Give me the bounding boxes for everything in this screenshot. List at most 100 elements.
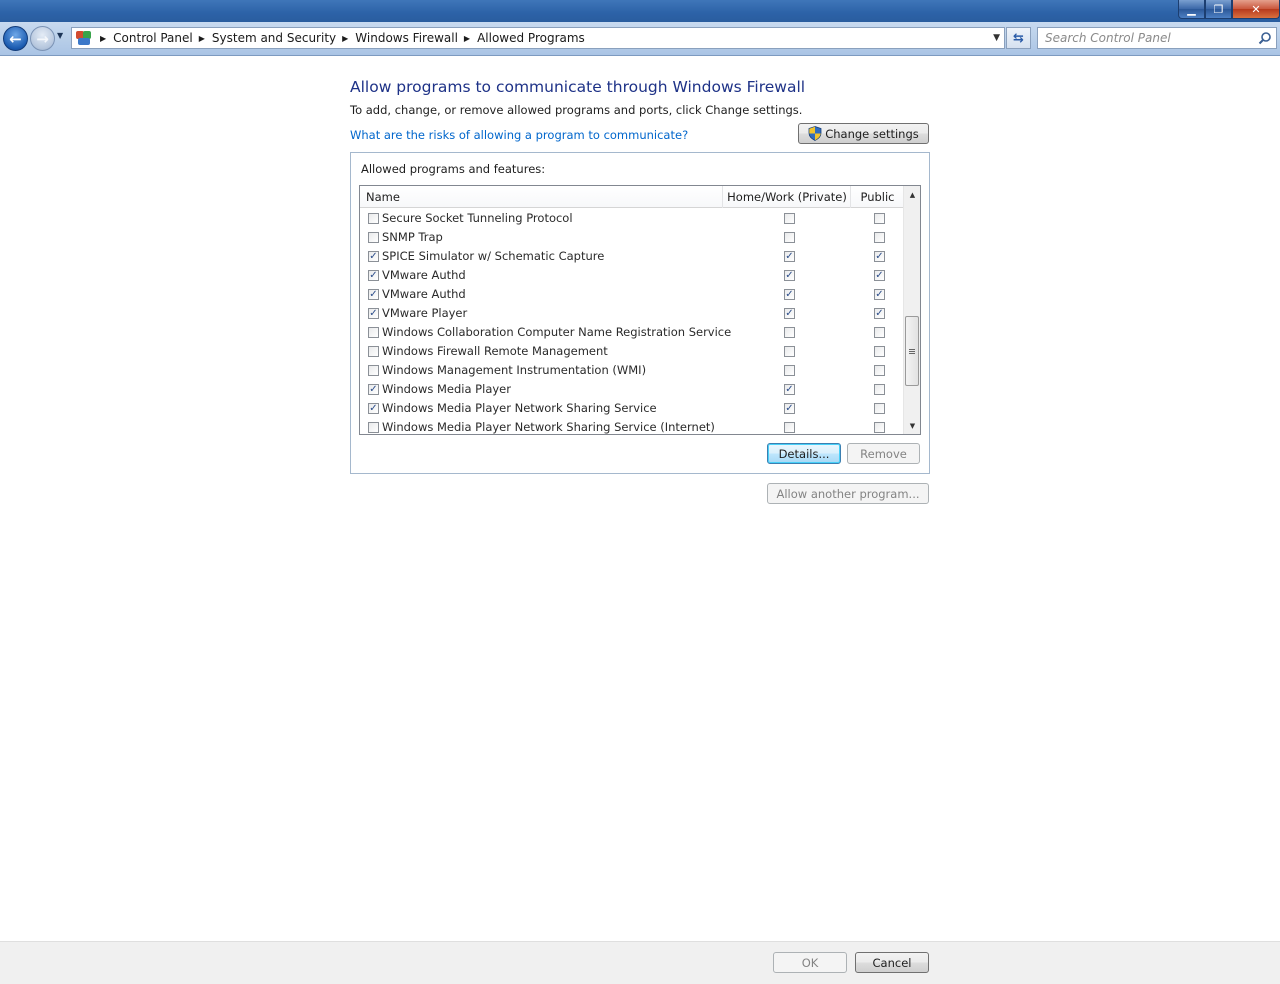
program-enabled-checkbox[interactable]: ✓ xyxy=(368,308,379,319)
program-enabled-checkbox[interactable] xyxy=(368,422,379,433)
allow-another-program-button[interactable]: Allow another program... xyxy=(767,483,929,504)
vertical-scrollbar[interactable]: ▲ ▼ xyxy=(903,186,920,434)
program-enabled-checkbox[interactable] xyxy=(368,365,379,376)
table-row[interactable]: Windows Management Instrumentation (WMI) xyxy=(360,361,903,380)
search-box[interactable] xyxy=(1037,27,1277,49)
search-input[interactable] xyxy=(1045,31,1250,45)
program-enabled-checkbox[interactable] xyxy=(368,232,379,243)
private-network-checkbox[interactable] xyxy=(784,327,795,338)
table-row[interactable]: SNMP Trap xyxy=(360,228,903,247)
table-row[interactable]: ✓ VMware Authd ✓ ✓ xyxy=(360,285,903,304)
program-name: Windows Management Instrumentation (WMI) xyxy=(382,363,647,377)
column-header-public[interactable]: Public xyxy=(852,186,903,208)
program-name: Windows Collaboration Computer Name Regi… xyxy=(382,325,732,339)
program-enabled-checkbox[interactable]: ✓ xyxy=(368,403,379,414)
refresh-button[interactable]: ⇆ xyxy=(1006,27,1031,49)
risks-help-link[interactable]: What are the risks of allowing a program… xyxy=(350,128,688,142)
close-button[interactable]: ✕ xyxy=(1232,0,1280,19)
breadcrumb-separator-icon[interactable]: ▶ xyxy=(342,34,348,43)
program-name: Windows Firewall Remote Management xyxy=(382,344,608,358)
private-network-checkbox[interactable]: ✓ xyxy=(784,403,795,414)
column-header-name[interactable]: Name xyxy=(360,186,723,208)
breadcrumb-allowed-programs[interactable]: Allowed Programs xyxy=(477,31,585,45)
breadcrumb-separator-icon[interactable]: ▶ xyxy=(464,34,470,43)
private-network-checkbox[interactable] xyxy=(784,346,795,357)
public-network-checkbox[interactable] xyxy=(874,346,885,357)
address-bar[interactable]: ▶ Control Panel ▶ System and Security ▶ … xyxy=(71,27,1005,49)
search-icon[interactable] xyxy=(1258,31,1272,45)
program-enabled-checkbox[interactable]: ✓ xyxy=(368,289,379,300)
public-network-checkbox[interactable] xyxy=(874,232,885,243)
minimize-button[interactable]: ▁ xyxy=(1178,0,1205,19)
table-row[interactable]: Windows Collaboration Computer Name Regi… xyxy=(360,323,903,342)
breadcrumb-separator-icon[interactable]: ▶ xyxy=(100,34,106,43)
table-row[interactable]: ✓ VMware Authd ✓ ✓ xyxy=(360,266,903,285)
scroll-thumb[interactable] xyxy=(905,316,919,386)
window-title-bar: ▁ ❐ ✕ xyxy=(0,0,1280,22)
page-description: To add, change, or remove allowed progra… xyxy=(350,103,803,117)
program-name: VMware Authd xyxy=(382,268,466,282)
public-network-checkbox[interactable]: ✓ xyxy=(874,251,885,262)
table-row[interactable]: ✓ Windows Media Player Network Sharing Se… xyxy=(360,399,903,418)
private-network-checkbox[interactable]: ✓ xyxy=(784,384,795,395)
breadcrumb-control-panel[interactable]: Control Panel xyxy=(113,31,193,45)
program-enabled-checkbox[interactable]: ✓ xyxy=(368,251,379,262)
table-row[interactable]: ✓ VMware Player ✓ ✓ xyxy=(360,304,903,323)
program-enabled-checkbox[interactable] xyxy=(368,327,379,338)
public-network-checkbox[interactable] xyxy=(874,327,885,338)
back-button[interactable]: ← xyxy=(3,26,28,51)
private-network-checkbox[interactable] xyxy=(784,232,795,243)
program-name: VMware Authd xyxy=(382,287,466,301)
allowed-programs-list[interactable]: Name Home/Work (Private) Public Secure S… xyxy=(359,185,921,435)
table-row[interactable]: Windows Firewall Remote Management xyxy=(360,342,903,361)
change-settings-button[interactable]: Change settings xyxy=(798,123,929,144)
private-network-checkbox[interactable]: ✓ xyxy=(784,251,795,262)
column-header-private[interactable]: Home/Work (Private) xyxy=(724,186,851,208)
scroll-up-icon[interactable]: ▲ xyxy=(904,186,920,203)
public-network-checkbox[interactable]: ✓ xyxy=(874,270,885,281)
program-name: Windows Media Player Network Sharing Ser… xyxy=(382,420,715,434)
public-network-checkbox[interactable] xyxy=(874,365,885,376)
address-dropdown-icon[interactable]: ▼ xyxy=(993,33,1000,43)
public-network-checkbox[interactable]: ✓ xyxy=(874,308,885,319)
breadcrumb-system-and-security[interactable]: System and Security xyxy=(212,31,336,45)
public-network-checkbox[interactable] xyxy=(874,213,885,224)
table-row[interactable]: ✓ SPICE Simulator w/ Schematic Capture ✓ ✓ xyxy=(360,247,903,266)
program-enabled-checkbox[interactable]: ✓ xyxy=(368,270,379,281)
ok-button[interactable]: OK xyxy=(773,952,847,973)
private-network-checkbox[interactable] xyxy=(784,365,795,376)
program-enabled-checkbox[interactable] xyxy=(368,346,379,357)
program-name: Windows Media Player Network Sharing Ser… xyxy=(382,401,657,415)
uac-shield-icon xyxy=(808,126,822,141)
breadcrumb-separator-icon[interactable]: ▶ xyxy=(199,34,205,43)
public-network-checkbox[interactable] xyxy=(874,422,885,433)
table-row[interactable]: ✓ Windows Media Player ✓ xyxy=(360,380,903,399)
recent-pages-dropdown-icon[interactable]: ▼ xyxy=(57,31,63,40)
public-network-checkbox[interactable] xyxy=(874,403,885,414)
public-network-checkbox[interactable]: ✓ xyxy=(874,289,885,300)
forward-button[interactable]: → xyxy=(30,26,55,51)
private-network-checkbox[interactable]: ✓ xyxy=(784,308,795,319)
list-body: Secure Socket Tunneling Protocol SNMP Tra… xyxy=(360,209,903,434)
private-network-checkbox[interactable]: ✓ xyxy=(784,270,795,281)
program-enabled-checkbox[interactable]: ✓ xyxy=(368,384,379,395)
remove-button[interactable]: Remove xyxy=(847,443,920,464)
allowed-programs-group: Allowed programs and features: Name Home… xyxy=(350,152,930,474)
private-network-checkbox[interactable] xyxy=(784,213,795,224)
details-button[interactable]: Details... xyxy=(767,443,841,464)
breadcrumb-windows-firewall[interactable]: Windows Firewall xyxy=(355,31,458,45)
maximize-button[interactable]: ❐ xyxy=(1205,0,1232,19)
control-panel-icon xyxy=(74,28,94,48)
private-network-checkbox[interactable]: ✓ xyxy=(784,289,795,300)
program-name: Windows Media Player xyxy=(382,382,511,396)
cancel-button[interactable]: Cancel xyxy=(855,952,929,973)
change-settings-label: Change settings xyxy=(825,126,919,141)
list-header: Name Home/Work (Private) Public xyxy=(360,186,903,208)
program-enabled-checkbox[interactable] xyxy=(368,213,379,224)
scroll-down-icon[interactable]: ▼ xyxy=(904,417,920,434)
table-row[interactable]: Secure Socket Tunneling Protocol xyxy=(360,209,903,228)
table-row[interactable]: Windows Media Player Network Sharing Ser… xyxy=(360,418,903,434)
public-network-checkbox[interactable] xyxy=(874,384,885,395)
private-network-checkbox[interactable] xyxy=(784,422,795,433)
navigation-bar: ← → ▼ ▶ Control Panel ▶ System and Secur… xyxy=(0,22,1280,56)
